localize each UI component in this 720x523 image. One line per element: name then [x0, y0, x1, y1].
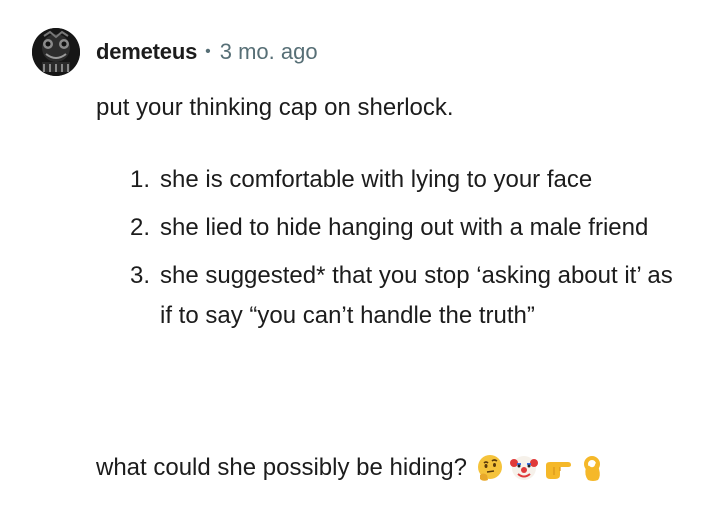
- closing-text: what could she possibly be hiding?: [96, 454, 467, 481]
- comment-header: demeteus • 3 mo. ago: [96, 37, 318, 67]
- comment-closing: what could she possibly be hiding?: [96, 448, 716, 488]
- emoji-group: [475, 453, 607, 483]
- avatar-image-icon: [32, 28, 80, 76]
- pointing-right-icon: [545, 462, 571, 479]
- comment-intro: put your thinking cap on sherlock.: [96, 94, 454, 121]
- separator-dot: •: [205, 43, 211, 60]
- list-item-text: she suggested* that you stop ‘asking abo…: [160, 262, 673, 329]
- list-item-text: she is comfortable with lying to your fa…: [160, 166, 593, 193]
- thinking-face-icon: [477, 455, 502, 481]
- list-number: 3.: [130, 262, 151, 289]
- avatar[interactable]: [32, 28, 80, 76]
- list-item: 2. she lied to hide hanging out with a m…: [130, 208, 690, 248]
- numbered-list: 1. she is comfortable with lying to your…: [130, 160, 690, 344]
- author-username[interactable]: demeteus: [96, 39, 197, 65]
- ok-hand-icon: [583, 456, 600, 481]
- comment-timestamp[interactable]: 3 mo. ago: [220, 39, 318, 65]
- list-number: 1.: [130, 166, 151, 193]
- comment: demeteus • 3 mo. ago put your thinking c…: [0, 0, 720, 523]
- list-item: 1. she is comfortable with lying to your…: [130, 160, 690, 200]
- list-number: 2.: [130, 214, 151, 241]
- list-item: 3. she suggested* that you stop ‘asking …: [130, 256, 690, 336]
- clown-face-icon: [509, 456, 538, 480]
- list-item-text: she lied to hide hanging out with a male…: [160, 214, 649, 241]
